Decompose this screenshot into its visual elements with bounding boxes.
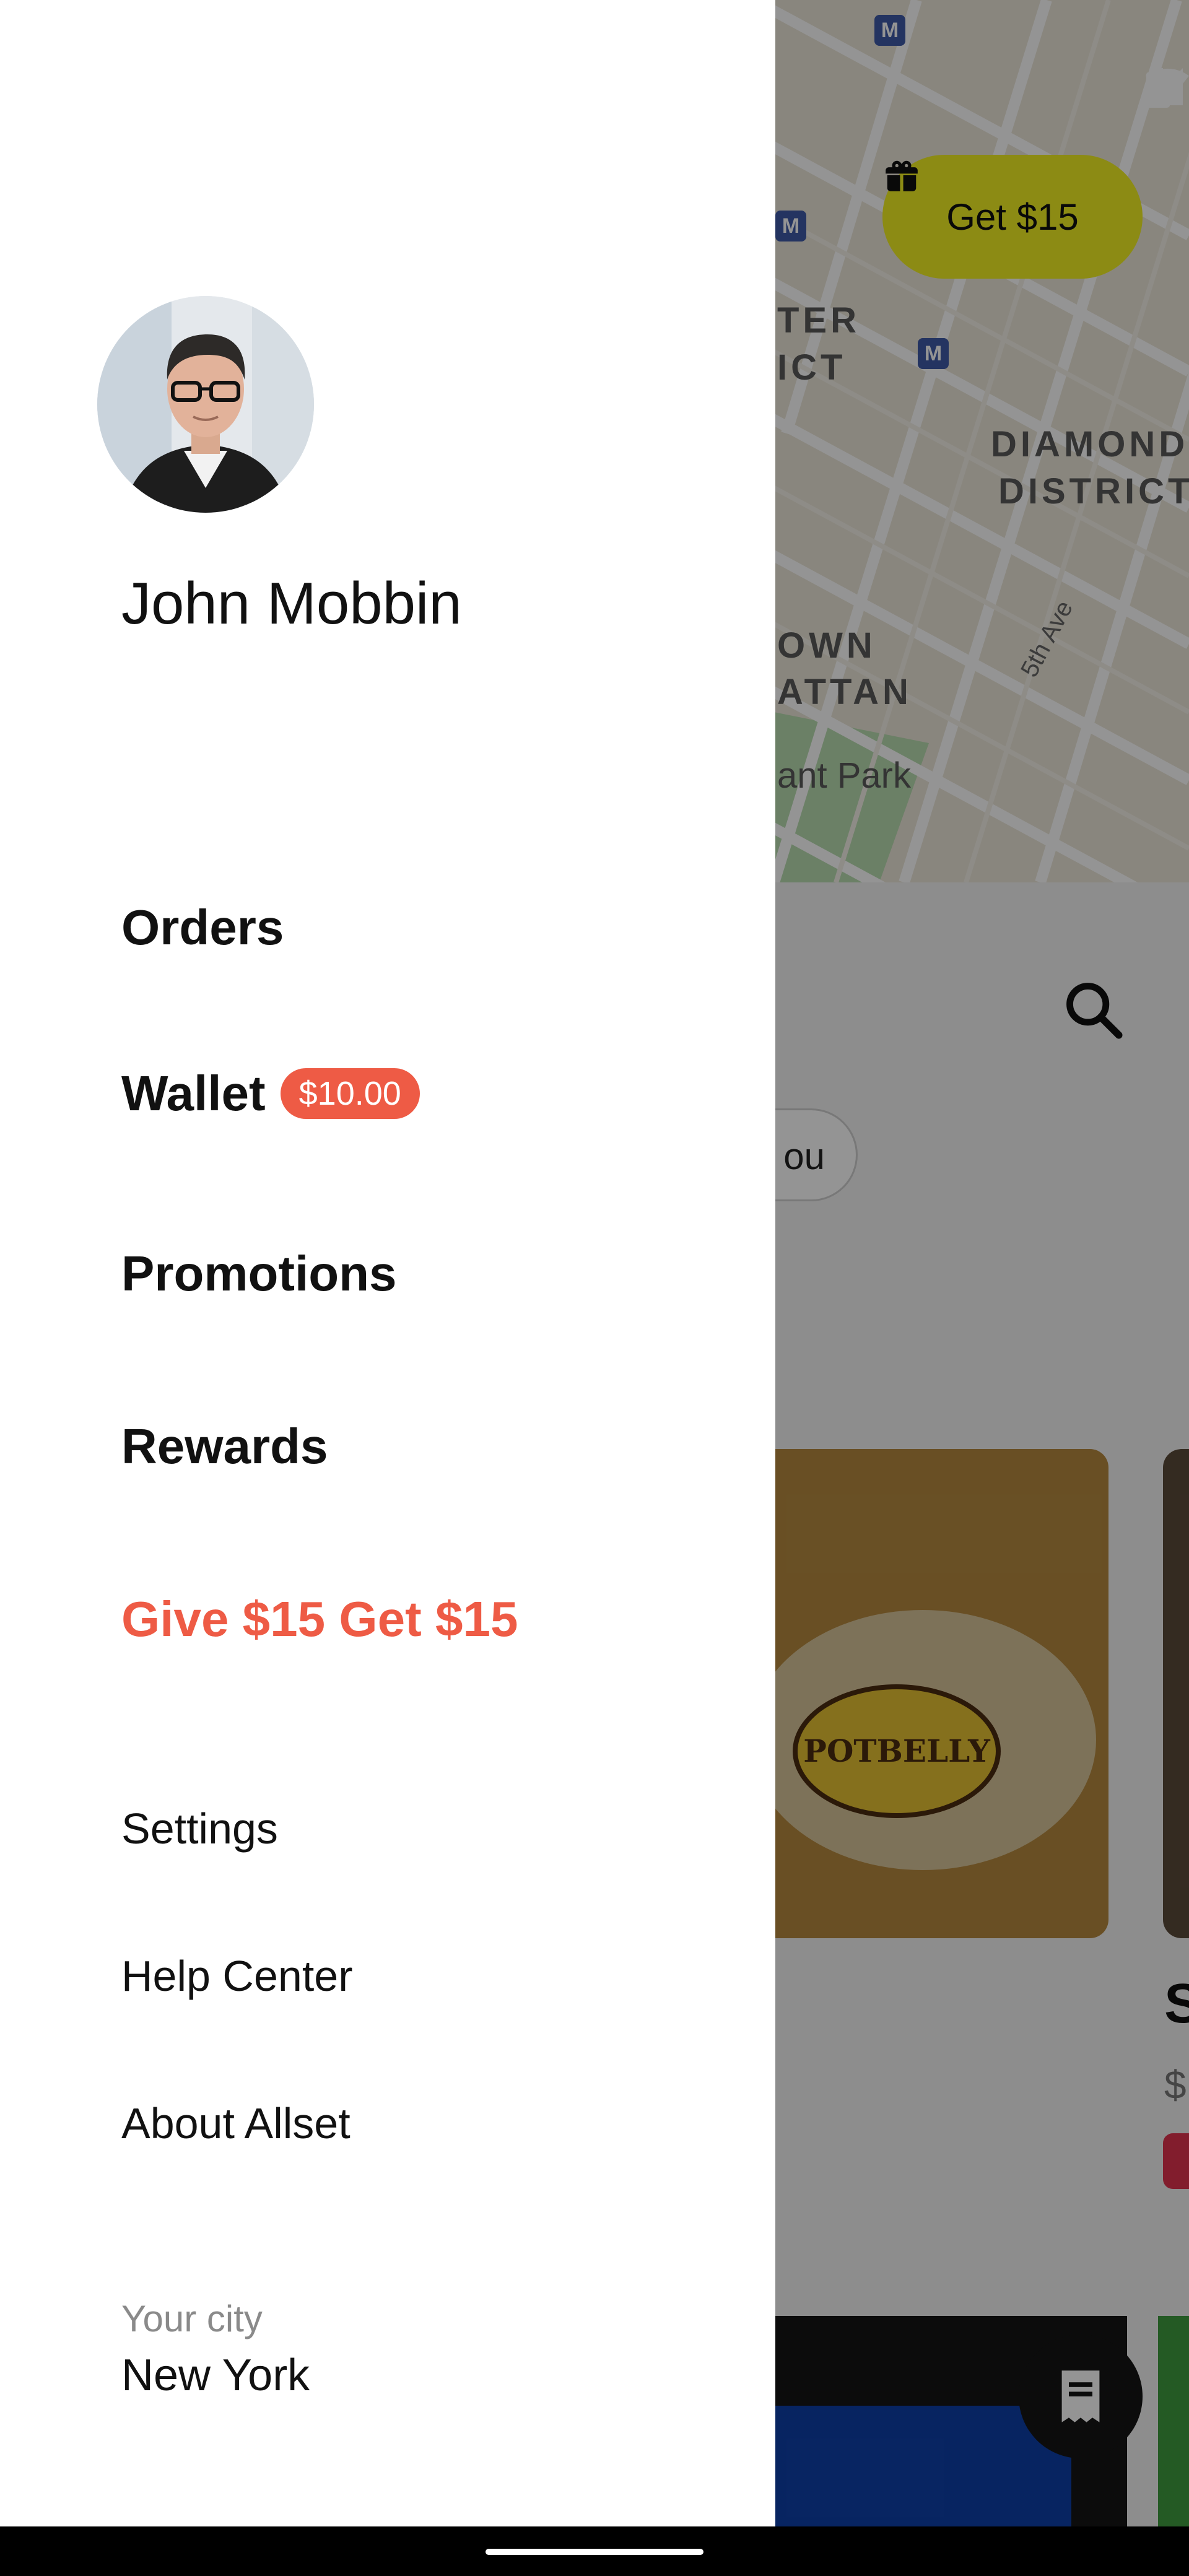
avatar[interactable] — [97, 296, 314, 513]
menu-item-promotions[interactable]: Promotions — [121, 1249, 396, 1299]
menu-item-label: Settings — [121, 1804, 278, 1853]
menu-item-label: Help Center — [121, 1952, 353, 2000]
menu-item-orders[interactable]: Orders — [121, 903, 284, 952]
navigation-drawer: John Mobbin Orders Wallet $10.00 Promoti… — [0, 0, 775, 2526]
city-selector[interactable]: New York — [121, 2350, 310, 2401]
user-photo — [97, 296, 314, 513]
menu-item-rewards[interactable]: Rewards — [121, 1422, 328, 1471]
menu-item-label: About Allset — [121, 2099, 351, 2147]
wallet-balance-badge: $10.00 — [280, 1068, 420, 1119]
menu-item-wallet[interactable]: Wallet $10.00 — [121, 1068, 420, 1119]
menu-item-label: Give $15 Get $15 — [121, 1591, 518, 1647]
menu-item-about[interactable]: About Allset — [121, 2102, 351, 2145]
menu-item-label: Wallet — [121, 1066, 266, 1121]
menu-item-settings[interactable]: Settings — [121, 1807, 278, 1850]
menu-item-label: Orders — [121, 900, 284, 955]
menu-item-help-center[interactable]: Help Center — [121, 1954, 353, 1998]
menu-item-label: Rewards — [121, 1419, 328, 1474]
city-caption: Your city — [121, 2298, 263, 2339]
menu-item-referral[interactable]: Give $15 Get $15 — [121, 1595, 518, 1644]
user-name: John Mobbin — [121, 570, 462, 637]
home-indicator[interactable] — [486, 2549, 703, 2555]
menu-item-label: Promotions — [121, 1246, 397, 1301]
